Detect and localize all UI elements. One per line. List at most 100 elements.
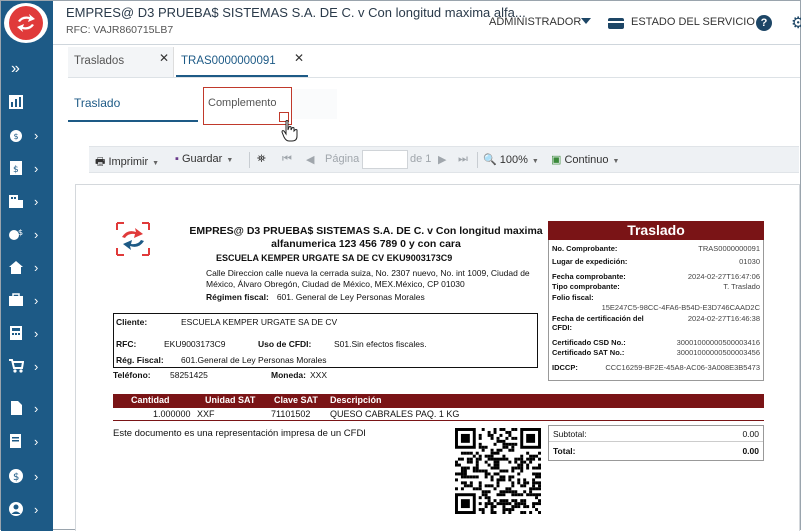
caret-down-icon[interactable] [581, 18, 591, 24]
company-logo-icon [116, 222, 150, 256]
continuous-dropdown[interactable]: ▣ Continuo ▼ [551, 153, 619, 166]
app-logo[interactable] [4, 3, 48, 43]
zoom-dropdown[interactable]: 🔍 100% ▼ [483, 153, 539, 166]
rfc-label: RFC: [116, 339, 137, 349]
table-row: 1.000000 XXF 71101502 QUESO CABRALES PAQ… [113, 408, 764, 421]
svg-text:$: $ [18, 228, 23, 237]
issuer-name: EMPRES@ D3 PRUEBA$ SISTEMAS S.A. DE C. v… [189, 225, 543, 250]
client-label: Cliente: [116, 317, 148, 327]
currency-label: Moneda: [271, 370, 306, 380]
summary-key: CFDI: [552, 323, 572, 332]
cfdi-use-value: S01.Sin efectos fiscales. [334, 339, 427, 349]
summary-value: TRAS0000000091 [698, 244, 760, 253]
chevron-right-icon: › [34, 259, 39, 275]
sidebar-item-users[interactable]: › [1, 494, 53, 524]
help-icon[interactable]: ? [756, 15, 772, 31]
dropdown-arrow-icon: ▼ [612, 158, 620, 165]
document-icon [8, 400, 24, 416]
sidebar-item-calculator[interactable]: › [1, 318, 53, 348]
user-icon [8, 501, 24, 517]
credit-card-icon[interactable] [608, 18, 624, 29]
tab-bar: Traslados ✕ TRAS0000000091 ✕ [68, 47, 308, 77]
totals-box: Subtotal: 0.00 Total: 0.00 [548, 425, 764, 461]
dollar-icon: $ [8, 468, 24, 484]
subtab-active-indicator [68, 120, 198, 122]
app-window: » $ › $ › › $ › › › › › › › $ › › EMPRES… [0, 0, 801, 531]
next-page-icon[interactable]: ▶ [438, 153, 446, 166]
tab-tras0000000091[interactable]: TRAS0000000091 ✕ [176, 47, 308, 77]
receipt-icon [8, 433, 24, 449]
print-label: Imprimir [108, 156, 149, 168]
chevron-right-icon: › [34, 226, 39, 242]
summary-value: CCC16259-BF2E-45A8-AC06-3A008E3B5473 [605, 363, 760, 372]
chevron-right-icon: › [34, 325, 39, 341]
print-button[interactable]: 🖶 Imprimir ▼ [95, 153, 159, 172]
column-header: Unidad SAT [205, 395, 256, 405]
sidebar-item-company[interactable]: › [1, 186, 53, 216]
summary-key: Folio fiscal: [552, 293, 594, 302]
first-page-icon[interactable]: ⏮ [282, 153, 292, 166]
summary-value: 15E247C5-98CC-4FA6-B54D-E3D746CAAD2C [601, 303, 760, 312]
receiver-header: ESCUELA KEMPER URGATE SA DE CV EKU900317… [216, 253, 453, 263]
summary-value: T. Traslado [723, 282, 760, 291]
voucher-title: Traslado [548, 221, 764, 240]
subtab-complemento[interactable]: Complemento [203, 87, 292, 125]
dropdown-arrow-icon: ▼ [226, 157, 234, 164]
sidebar-item-business[interactable]: › [1, 285, 53, 315]
page-count: de 1 [410, 153, 432, 165]
sidebar-item-invoices[interactable]: $ › [1, 153, 53, 183]
chevron-right-icon: › [34, 468, 39, 484]
cfdi-use-label: Uso de CFDI: [258, 339, 312, 349]
user-menu[interactable]: ADMINISTRADOR [489, 16, 581, 28]
sidebar-item-payments[interactable]: $ › [1, 219, 53, 249]
gear-icon[interactable]: ⚙ [791, 13, 801, 33]
summary-key: Lugar de expedición: [552, 257, 628, 266]
chevron-right-icon: › [34, 400, 39, 416]
sidebar-item-home[interactable]: › [1, 252, 53, 282]
regime-label: Régimen fiscal: [206, 292, 269, 302]
continuous-label: Continuo [564, 154, 609, 166]
total-row: Total: 0.00 [553, 446, 759, 456]
sidebar-item-billing[interactable]: $ › [1, 461, 53, 491]
binoculars-icon[interactable]: ⛯ [257, 153, 266, 166]
sidebar-item-sales[interactable]: › [1, 351, 53, 381]
sidebar: » $ › $ › › $ › › › › › › › $ › › [1, 1, 53, 531]
chevron-right-icon: › [34, 127, 39, 143]
phone-value: 58251425 [170, 370, 208, 380]
briefcase-icon [8, 292, 24, 308]
chevron-right-icon: › [34, 501, 39, 517]
subtotal-label: Subtotal: [553, 429, 587, 439]
sidebar-item-receipts[interactable]: › [1, 426, 53, 456]
cell-description: QUESO CABRALES PAQ. 1 KG [330, 409, 460, 419]
printer-icon: 🖶 [95, 156, 106, 168]
sidebar-item-documents[interactable]: › [1, 393, 53, 423]
qr-code [455, 428, 541, 514]
dropdown-arrow-icon: ▼ [152, 160, 160, 167]
sidebar-item-dashboard[interactable] [1, 87, 53, 117]
chevron-right-icon: › [34, 358, 39, 374]
coins-icon: $ [8, 127, 24, 143]
rfc-value: EKU9003173C9 [164, 339, 226, 349]
close-icon[interactable]: ✕ [294, 51, 304, 65]
page-number-input[interactable] [362, 150, 408, 169]
summary-key: No. Comprobante: [552, 244, 618, 253]
tab-traslados[interactable]: Traslados ✕ [68, 47, 174, 77]
last-page-icon[interactable]: ⏭ [458, 153, 468, 166]
currency-value: XXX [310, 370, 328, 380]
regime-value: 601. General de Ley Personas Morales [276, 292, 425, 302]
fiscal-regime-value: 601.General de Ley Personas Morales [181, 355, 327, 365]
column-header: Descripción [330, 395, 382, 405]
logo-arrows-icon [9, 6, 43, 40]
save-button[interactable]: ▪ Guardar ▼ [175, 153, 233, 165]
column-header: Cantidad [131, 395, 170, 405]
service-status-link[interactable]: ESTADO DEL SERVICIO [631, 16, 755, 28]
close-icon[interactable]: ✕ [159, 51, 169, 65]
expand-sidebar-icon[interactable]: » [11, 60, 20, 78]
subtab-traslado[interactable]: Traslado [74, 96, 120, 110]
sidebar-item-finance[interactable]: $ › [1, 120, 53, 150]
document-viewer[interactable]: EMPRES@ D3 PRUEBA$ SISTEMAS S.A. DE C. v… [75, 184, 800, 531]
prev-page-icon[interactable]: ◀ [306, 153, 314, 166]
top-header: EMPRES@ D3 PRUEBA$ SISTEMAS S.A. DE C. v… [53, 1, 801, 45]
chevron-right-icon: › [34, 292, 39, 308]
page-label: Página [325, 153, 360, 165]
